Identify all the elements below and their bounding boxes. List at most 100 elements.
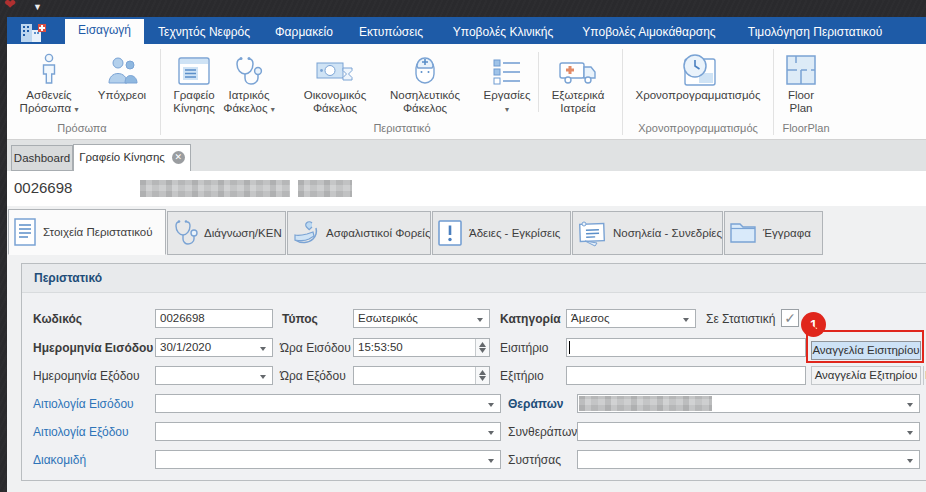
scheduling-icon <box>628 49 768 87</box>
dropdown-caret-icon: ▾ <box>74 105 78 114</box>
button-label: Πρόσωπα <box>20 102 72 114</box>
ribbon-group-label-prosopa: Πρόσωπα <box>30 122 134 134</box>
tab-label: Διάγνωση/ΚΕΝ <box>204 227 282 239</box>
label-systisas: Συστήσας <box>508 453 561 467</box>
button-label: Νοσηλευτικός <box>390 89 460 101</box>
detail-tab-stoixeia[interactable]: Στοιχεία Περιστατικού <box>8 209 166 255</box>
ribbon-tab-timologisi[interactable]: Τιμολόγηση Περιστατικού <box>738 21 892 44</box>
button-label: Υπόχρεοι <box>98 89 146 101</box>
button-label: Κίνησης <box>173 102 214 114</box>
button-label: Φάκελος <box>313 102 357 114</box>
ribbon-button-asthenis-prosopa[interactable]: Ασθενείς Πρόσωπα ▾ <box>15 49 83 116</box>
doc-tab-grafeio-kinisis[interactable]: Γραφείο Κίνησης✕ <box>73 144 191 172</box>
ribbon-button-chronoprogrammatismos[interactable]: Χρονοπρογραμματισμός <box>628 49 768 102</box>
ribbon-group-label-floorplan: FloorPlan <box>776 122 836 134</box>
redacted-patient-name <box>298 180 352 197</box>
record-code: 0026698 <box>14 179 72 196</box>
doc-tab-dashboard[interactable]: Dashboard <box>11 145 73 171</box>
button-label: Γραφείο <box>173 89 214 101</box>
ribbon-button-floor-plan[interactable]: Floor Plan <box>778 49 824 115</box>
exclamation-icon <box>437 219 463 247</box>
combo-aitiologia-eisodou[interactable] <box>155 394 501 413</box>
groupbox-header <box>22 264 926 293</box>
ribbon-separator <box>773 49 774 135</box>
ribbon-tab-ektyposeis[interactable]: Εκτυπώσεις <box>350 21 432 44</box>
patient-icon <box>15 49 83 87</box>
combo-aitiologia-exodou[interactable] <box>155 422 501 441</box>
detail-tab-asfalistikoi[interactable]: Ασφαλιστικοί Φορείς <box>287 211 431 255</box>
nursing-file-icon <box>382 49 468 87</box>
spinner-icon[interactable] <box>475 339 489 356</box>
label-typos: Τύπος <box>282 312 318 326</box>
spinner-icon[interactable] <box>475 367 489 384</box>
ribbon-tab-ypovoles-aimokatharsis[interactable]: Υποβολές Αιμοκάθαρσης <box>572 21 726 44</box>
annotation-badge: 1 <box>801 312 826 337</box>
detail-tab-nosileia[interactable]: Νοσηλεία - Συνεδρίες <box>572 211 723 255</box>
date-exodou[interactable] <box>155 366 273 385</box>
combo-katigoria[interactable]: Άμεσος <box>566 309 696 328</box>
button-label: Floor <box>788 89 814 101</box>
ribbon-button-ypochreoi[interactable]: Υπόχρεοι <box>88 49 156 102</box>
combo-syntherapon[interactable] <box>577 422 920 441</box>
combo-typos[interactable]: Εσωτερικός <box>353 309 490 328</box>
ribbon-tab-technitos-nefros[interactable]: Τεχνητός Νεφρός <box>148 21 260 44</box>
document-icon <box>13 217 37 247</box>
label-diakomidi[interactable]: Διακομιδή <box>33 453 86 467</box>
people-icon <box>88 49 156 87</box>
input-exitirio[interactable] <box>566 366 806 385</box>
ribbon-tab-farmakeio[interactable]: Φαρμακείο <box>262 21 346 44</box>
tray-heart-icon: ❤ <box>4 0 20 10</box>
ambulance-icon <box>542 49 614 87</box>
announce-discharge-button[interactable]: Αναγγελία Εξιτηρίου <box>811 366 921 385</box>
ribbon-tab-eisagogi[interactable]: Εισαγωγή <box>65 19 144 44</box>
dropdown-caret-icon: ▾ <box>271 105 275 114</box>
ribbon-button-exoterika-iatreia[interactable]: Εξωτερικά Ιατρεία <box>542 49 614 115</box>
groupbox-title: Περιστατικό <box>34 271 102 285</box>
stethoscope-icon <box>216 49 282 87</box>
input-kodikos[interactable]: 0026698 <box>155 309 273 328</box>
divider <box>923 366 924 385</box>
combo-diakomidi[interactable] <box>155 450 501 469</box>
label-ora-eisodou: Ώρα Εισόδου <box>280 341 351 355</box>
detail-tab-eggrafa[interactable]: Έγγραφα <box>724 211 823 255</box>
label-therapon: Θεράπων <box>508 397 564 411</box>
ribbon-button-iatrikos-fakelos[interactable]: Ιατρικός Φάκελος ▾ <box>216 49 282 116</box>
date-eisodou[interactable]: 30/1/2020 <box>155 338 273 357</box>
quick-access-caret-icon[interactable]: ▼ <box>33 2 42 12</box>
label-imerominia-eisodou: Ημερομηνία Εισόδου <box>33 341 153 355</box>
hand-icon <box>292 219 320 247</box>
button-label: Χρονοπρογραμματισμός <box>635 89 760 101</box>
tab-label: Νοσηλεία - Συνεδρίες <box>613 227 722 239</box>
checkbox-se-statistiki[interactable]: ✓ <box>781 309 799 327</box>
button-label: Εργασίες <box>484 89 531 101</box>
time-value: 15:53:50 <box>358 341 403 353</box>
label-ora-exodou: Ώρα Εξόδου <box>280 369 346 383</box>
combo-systisas[interactable] <box>577 450 920 469</box>
annotation-highlight-rect <box>806 330 924 363</box>
ribbon-separator <box>538 52 539 112</box>
ribbon-button-oikonomikos-fakelos[interactable]: Οικονομικός Φάκελος <box>292 49 378 115</box>
label-aitiologia-eisodou[interactable]: Αιτιολογία Εισόδου <box>33 397 134 411</box>
close-tab-icon[interactable]: ✕ <box>172 151 185 164</box>
label-eisitirio: Εισιτήριο <box>500 341 548 355</box>
input-eisitirio[interactable] <box>566 338 806 357</box>
time-eisodou[interactable]: 15:53:50 <box>353 338 490 357</box>
button-label: Φάκελος <box>403 102 447 114</box>
ribbon-group-label-peristatiko: Περιστατικό <box>330 122 474 134</box>
ribbon-button-nosileftikos-fakelos[interactable]: Νοσηλευτικός Φάκελος <box>382 49 468 115</box>
tab-label: Άδειες - Εγκρίσεις <box>469 227 560 239</box>
button-label: Ιατρεία <box>560 102 595 114</box>
tab-label: Έγγραφα <box>763 227 811 239</box>
dropdown-caret-icon: ▾ <box>505 105 509 114</box>
ribbon-button-ergasies[interactable]: Εργασίες ▾ <box>478 49 536 116</box>
button-label: Εξωτερικά <box>552 89 605 101</box>
detail-tab-diagnosi[interactable]: Διάγνωση/ΚΕΝ <box>167 211 286 255</box>
button-label: Ασθενείς <box>26 89 71 101</box>
time-exodou[interactable] <box>353 366 490 385</box>
label-katigoria: Κατηγορία <box>500 312 561 326</box>
ribbon-tab-ypovoles-klinikis[interactable]: Υποβολές Κλινικής <box>443 21 563 44</box>
note-icon <box>577 219 607 247</box>
detail-tab-adeies[interactable]: Άδειες - Εγκρίσεις <box>432 211 571 255</box>
label-aitiologia-exodou[interactable]: Αιτιολογία Εξόδου <box>33 425 129 439</box>
label-exitirio: Εξιτήριο <box>500 369 544 383</box>
